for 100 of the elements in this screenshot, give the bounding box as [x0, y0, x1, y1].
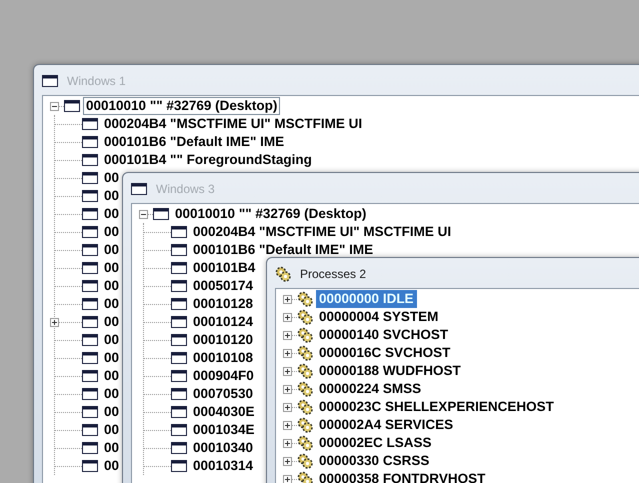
expand-icon[interactable]	[283, 366, 292, 376]
tree-item[interactable]: 00000140 SVCHOST	[316, 326, 452, 344]
window-icon	[82, 406, 98, 418]
gears-icon	[297, 291, 313, 307]
tree-item[interactable]: 00000330 CSRSS	[316, 452, 432, 470]
expand-icon[interactable]	[283, 384, 292, 394]
window-icon	[171, 352, 187, 364]
tree-item[interactable]: 00	[101, 457, 122, 475]
gears-icon	[297, 381, 313, 397]
window-icon	[82, 298, 98, 310]
tree-item[interactable]: 00010010 "" #32769 (Desktop)	[83, 97, 280, 115]
window-icon	[42, 74, 58, 86]
expand-icon[interactable]	[283, 294, 292, 304]
gears-icon	[297, 363, 313, 379]
window-icon	[82, 208, 98, 220]
tree-item[interactable]: 00	[101, 349, 122, 367]
tree-item[interactable]: 00	[101, 223, 122, 241]
tree-item[interactable]: 00010128	[190, 295, 256, 313]
tree-item[interactable]: 000904F0	[190, 367, 257, 385]
tree-item[interactable]: 00	[101, 367, 122, 385]
expand-icon[interactable]	[283, 438, 292, 448]
tree-item[interactable]: 00000224 SMSS	[316, 380, 424, 398]
tree-item[interactable]: 0001034E	[190, 421, 258, 439]
tree-item[interactable]: 00000188 WUDFHOST	[316, 362, 464, 380]
tree-item[interactable]: 00	[101, 169, 122, 187]
expand-icon[interactable]	[283, 420, 292, 430]
window-icon	[171, 334, 187, 346]
tree-item[interactable]: 00070530	[190, 385, 256, 403]
window-icon	[153, 208, 169, 220]
expand-icon[interactable]	[283, 456, 292, 466]
tree-item[interactable]: 000204B4 "MSCTFIME UI" MSCTFIME UI	[190, 223, 454, 241]
gears-icon	[297, 327, 313, 343]
window-icon	[82, 118, 98, 130]
tree-item[interactable]: 00	[101, 259, 122, 277]
collapse-icon[interactable]	[50, 102, 59, 110]
tree-item[interactable]: 00	[101, 187, 122, 205]
window-icon	[82, 244, 98, 256]
tree-item[interactable]: 00	[101, 403, 122, 421]
window-icon	[82, 136, 98, 148]
tree-item[interactable]: 00000000 IDLE	[316, 290, 417, 308]
window-icon	[82, 280, 98, 292]
tree-item[interactable]: 00010108	[190, 349, 256, 367]
window-icon	[171, 280, 187, 292]
tree-item[interactable]: 000204B4 "MSCTFIME UI" MSCTFIME UI	[101, 115, 366, 133]
tree-item[interactable]: 000101B6 "Default IME" IME	[101, 133, 288, 151]
window-icon	[171, 424, 187, 436]
gears-icon	[297, 345, 313, 361]
tree-item[interactable]: 00050174	[190, 277, 256, 295]
tree-item[interactable]: 00010120	[190, 331, 256, 349]
tree-item[interactable]: 00010314	[190, 457, 256, 475]
window-icon	[82, 424, 98, 436]
tree-item[interactable]: 00	[101, 277, 122, 295]
window-icon	[64, 100, 80, 112]
tree-item[interactable]: 00	[101, 313, 122, 331]
window-title: Windows 3	[156, 182, 215, 196]
tree-item[interactable]: 000101B6 "Default IME" IME	[190, 241, 376, 259]
tree-item[interactable]: 00	[101, 205, 122, 223]
window-icon	[82, 190, 98, 202]
expand-icon[interactable]	[283, 312, 292, 322]
tree-item[interactable]: 00	[101, 241, 122, 259]
window-icon	[131, 182, 147, 194]
tree-item[interactable]: 00	[101, 331, 122, 349]
window-icon	[82, 334, 98, 346]
tree-item[interactable]: 00	[101, 421, 122, 439]
window-icon	[171, 442, 187, 454]
tree-item[interactable]: 000002EC LSASS	[316, 434, 435, 452]
window-icon	[82, 262, 98, 274]
window-icon	[82, 460, 98, 472]
gears-icon	[297, 309, 313, 325]
expand-icon[interactable]	[283, 330, 292, 340]
window-icon	[171, 298, 187, 310]
window-icon	[82, 172, 98, 184]
window-icon	[82, 352, 98, 364]
tree-item[interactable]: 0000023C SHELLEXPERIENCEHOST	[316, 398, 557, 416]
expand-icon[interactable]	[283, 402, 292, 412]
tree-item[interactable]: 00010124	[190, 313, 256, 331]
tree-item[interactable]: 00010010 "" #32769 (Desktop)	[172, 205, 370, 223]
gears-icon	[275, 266, 291, 282]
tree-item[interactable]: 00	[101, 439, 122, 457]
expand-icon[interactable]	[50, 318, 59, 326]
tree-item[interactable]: 000101B4	[190, 259, 258, 277]
expand-icon[interactable]	[283, 474, 292, 483]
gears-icon	[297, 417, 313, 433]
expand-icon[interactable]	[283, 348, 292, 358]
tree-item[interactable]: 00000004 SYSTEM	[316, 308, 442, 326]
gears-icon	[297, 399, 313, 415]
window-icon	[171, 226, 187, 238]
window-icon	[82, 154, 98, 166]
window-icon	[82, 370, 98, 382]
window-icon	[171, 244, 187, 256]
tree-item[interactable]: 00	[101, 295, 122, 313]
tree-item[interactable]: 00000358 FONTDRVHOST	[316, 470, 488, 483]
tree-item[interactable]: 00010340	[190, 439, 256, 457]
tree-item[interactable]: 0004030E	[190, 403, 258, 421]
window-icon	[171, 370, 187, 382]
collapse-icon[interactable]	[139, 210, 148, 218]
tree-item[interactable]: 000002A4 SERVICES	[316, 416, 456, 434]
tree-item[interactable]: 000101B4 "" ForegroundStaging	[101, 151, 315, 169]
tree-item[interactable]: 00	[101, 385, 122, 403]
tree-item[interactable]: 0000016C SVCHOST	[316, 344, 454, 362]
